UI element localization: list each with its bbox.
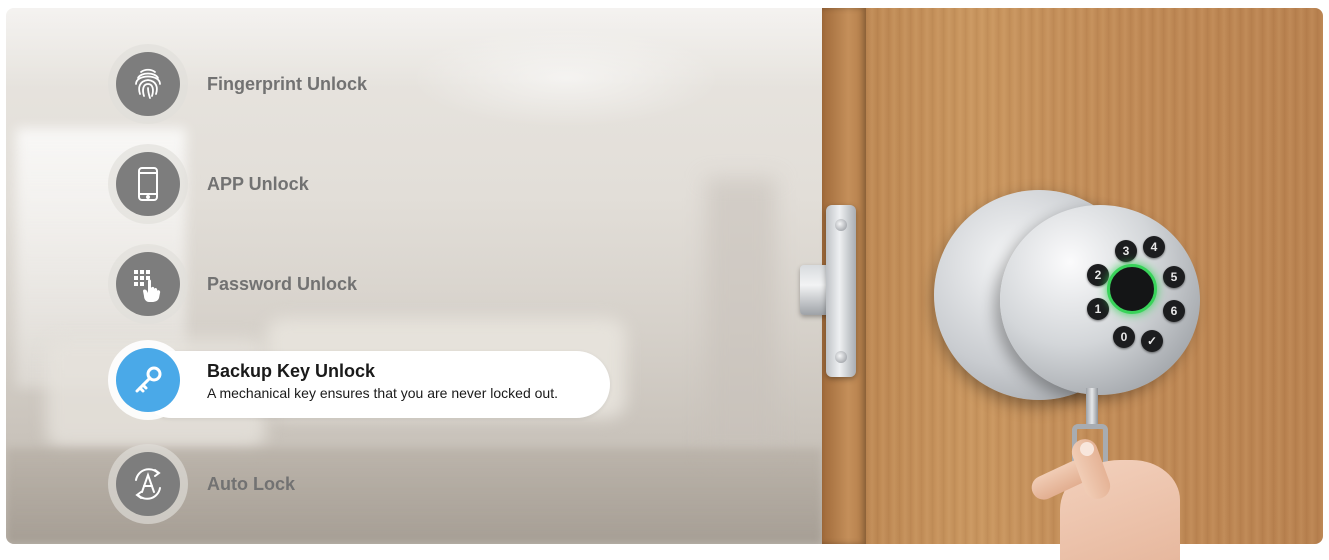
feature-app-unlock: APP Unlock [108, 144, 428, 224]
feature-label: Fingerprint Unlock [207, 74, 368, 94]
feature-label: Backup Key Unlock [207, 361, 376, 381]
feature-label: APP Unlock [207, 174, 309, 194]
feature-label: Password Unlock [207, 274, 358, 294]
key-icon [116, 348, 180, 412]
keypad-key: 5 [1163, 266, 1185, 288]
screw-icon [835, 351, 847, 363]
pillar-blur [706, 178, 776, 458]
smartphone-icon [116, 152, 180, 216]
keypad-key: ✓ [1141, 330, 1163, 352]
feature-fingerprint-unlock: Fingerprint Unlock [108, 44, 428, 124]
feature-password-unlock: Password Unlock [108, 244, 428, 324]
keypad-key: 3 [1115, 240, 1137, 262]
keypad-key: 2 [1087, 264, 1109, 286]
feature-backup-key-unlock: Backup Key Unlock A mechanical key ensur… [108, 340, 612, 420]
feature-label: Auto Lock [207, 474, 295, 494]
keypad-key: 1 [1087, 298, 1109, 320]
auto-lock-icon [116, 452, 180, 516]
fingerprint-icon [116, 52, 180, 116]
keypad-key: 6 [1163, 300, 1185, 322]
keypad-touch-icon [116, 252, 180, 316]
hand [1020, 430, 1190, 560]
latch-plate [826, 205, 856, 377]
keypad-key: 0 [1113, 326, 1135, 348]
screw-icon [835, 219, 847, 231]
keypad-key: 4 [1143, 236, 1165, 258]
feature-auto-lock: Auto Lock [108, 444, 428, 524]
fingerprint-sensor [1107, 264, 1157, 314]
feature-description: A mechanical key ensures that you are ne… [207, 385, 558, 401]
key-shank [1086, 388, 1098, 428]
